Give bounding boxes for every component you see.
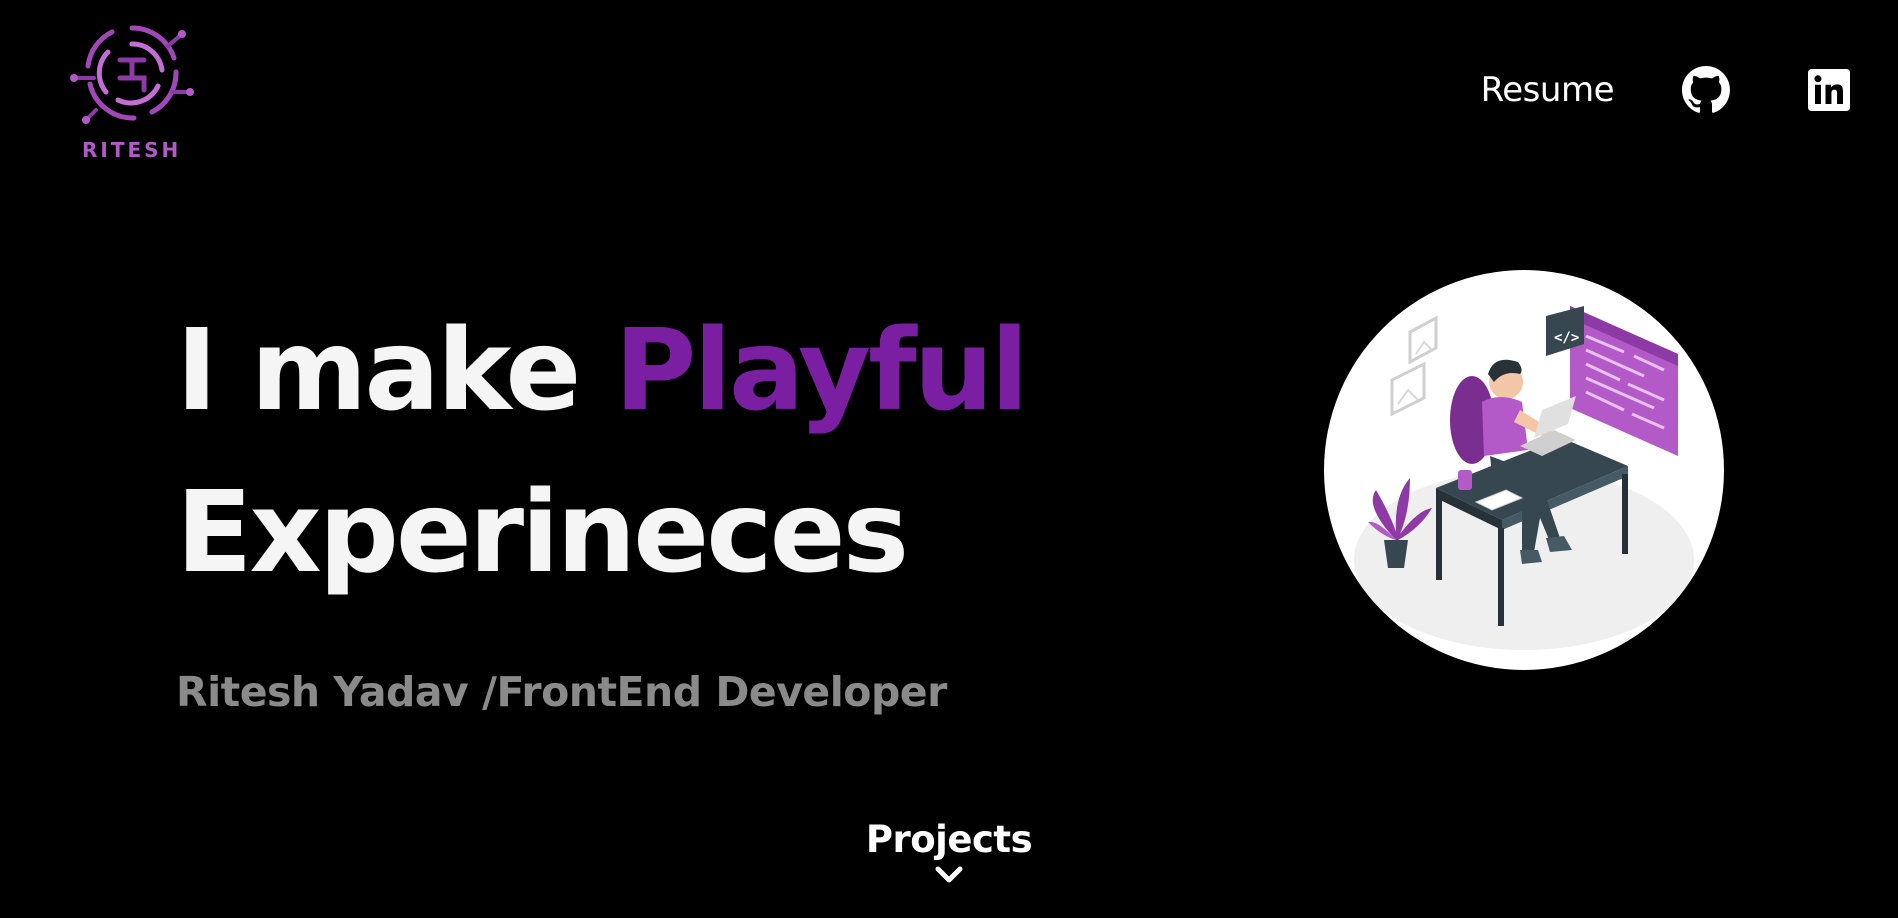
developer-at-desk-illustration: </> <box>1354 306 1694 650</box>
hero-line-1: I make Playful <box>176 290 1029 452</box>
developer-illustration: </> <box>1324 270 1724 670</box>
hero-line-2: Experineces <box>176 468 909 598</box>
chevron-down-icon <box>935 866 963 883</box>
hero-heading: I make Playful Experineces <box>176 290 1029 614</box>
circuit-logo-icon <box>70 25 194 124</box>
github-link[interactable] <box>1682 66 1808 114</box>
projects-link[interactable]: Projects <box>0 818 1898 885</box>
top-nav: Resume <box>1481 62 1850 118</box>
hero-line-1-prefix: I make <box>176 306 615 436</box>
projects-label: Projects <box>865 818 1033 861</box>
brand-name: RITESH <box>82 138 182 162</box>
brand-logo[interactable]: RITESH <box>68 20 196 162</box>
hero-subtitle: Ritesh Yadav /FrontEnd Developer <box>176 668 947 716</box>
linkedin-icon <box>1808 69 1850 111</box>
resume-link[interactable]: Resume <box>1481 70 1615 110</box>
hero-accent-word: Playful <box>614 306 1028 436</box>
svg-text:</>: </> <box>1554 330 1579 346</box>
linkedin-link[interactable] <box>1808 69 1850 111</box>
github-icon <box>1682 66 1730 113</box>
